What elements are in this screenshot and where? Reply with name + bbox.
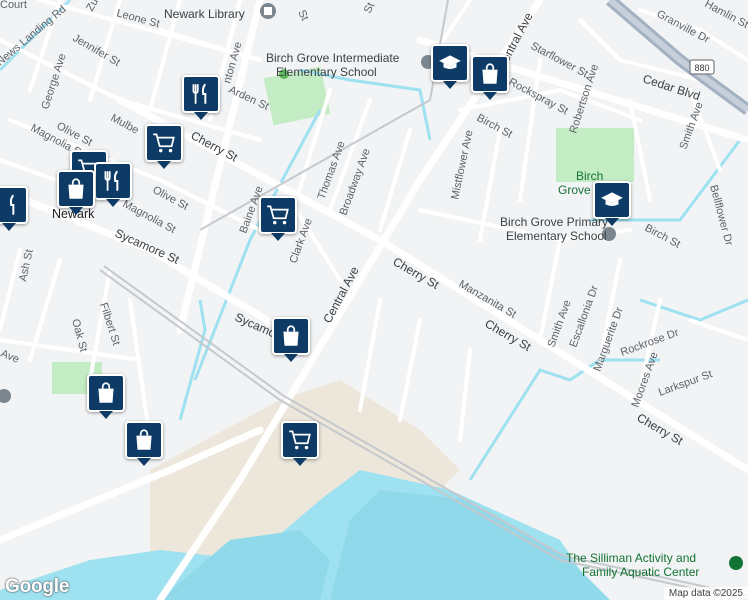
shopping-pin-bottom[interactable] xyxy=(125,421,163,466)
map-pin-icon-silliman[interactable] xyxy=(729,556,743,570)
restaurant-pin-left[interactable] xyxy=(0,186,28,231)
label-birch-grove-park-2: Grove xyxy=(558,183,591,197)
shopping-pin-left[interactable] xyxy=(87,374,125,419)
grocery-pin-cherry[interactable] xyxy=(145,124,183,169)
restaurant-icon xyxy=(104,170,119,191)
shopping-pin-newark[interactable] xyxy=(57,170,95,215)
school-pin-intermediate[interactable] xyxy=(431,44,469,89)
shopping-pin-top[interactable] xyxy=(471,55,509,100)
label-birch-grove-primary-2: Elementary School xyxy=(506,229,607,243)
label-birch-grove-intermediate-2: Elementary School xyxy=(276,65,377,79)
shopping-bag-icon xyxy=(283,325,299,346)
restaurant-icon xyxy=(9,194,15,215)
map-canvas[interactable]: 880 Court Zu Leone St Newark Library St … xyxy=(0,0,748,600)
grocery-cart-icon xyxy=(153,133,175,153)
grocery-pin-baine[interactable] xyxy=(259,196,297,241)
shopping-bag-icon xyxy=(136,429,152,450)
google-logo[interactable]: Google xyxy=(5,576,69,598)
label-newark-library: Newark Library xyxy=(164,7,245,21)
label-birch-grove-intermediate-1: Birch Grove Intermediate xyxy=(266,51,400,65)
grocery-cart-icon xyxy=(267,205,289,225)
shopping-bag-icon xyxy=(98,382,114,403)
highway-880-label: 880 xyxy=(694,63,709,73)
shopping-bag-icon xyxy=(68,178,84,199)
map-attribution[interactable]: Map data ©2025 xyxy=(663,587,748,600)
school-pin-primary[interactable] xyxy=(593,181,631,226)
restaurant-pin-arden[interactable] xyxy=(182,75,220,120)
shopping-pin-sycamore[interactable] xyxy=(272,317,310,362)
school-icon xyxy=(439,55,461,69)
label-silliman-1: The Silliman Activity and xyxy=(566,551,696,565)
school-icon xyxy=(601,192,623,206)
shopping-bag-icon xyxy=(482,63,498,84)
grocery-pin-bottom[interactable] xyxy=(281,421,319,466)
label-birch-grove-primary-1: Birch Grove Primary xyxy=(500,215,608,229)
label-silliman-2: Family Aquatic Center xyxy=(582,565,699,579)
restaurant-pin-cluster[interactable] xyxy=(94,162,132,207)
label-court: Court xyxy=(0,0,27,11)
restaurant-icon xyxy=(192,83,207,104)
grocery-cart-icon xyxy=(289,430,311,450)
